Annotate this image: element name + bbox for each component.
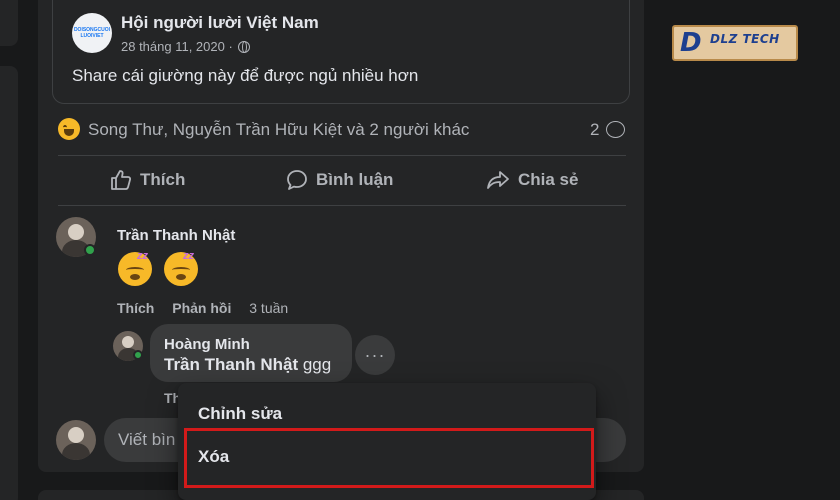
reply-text: Trần Thanh Nhật ggg bbox=[164, 355, 331, 375]
online-status-icon bbox=[133, 350, 143, 360]
comment-timestamp[interactable]: 3 tuần bbox=[249, 300, 288, 316]
reply-body: ggg bbox=[298, 355, 332, 374]
post-text: Share cái giường này để được ngủ nhiều h… bbox=[72, 66, 419, 85]
comment-author[interactable]: Trần Thanh Nhật bbox=[117, 227, 235, 244]
like-button[interactable]: Thích bbox=[110, 160, 185, 200]
comment-icon bbox=[287, 170, 307, 190]
avatar[interactable] bbox=[56, 420, 96, 460]
comment-like-link[interactable]: Thích bbox=[117, 300, 154, 316]
online-status-icon bbox=[84, 244, 96, 256]
comment-bubble-icon[interactable] bbox=[606, 121, 625, 138]
edit-menu-item[interactable]: Chỉnh sửa bbox=[198, 404, 282, 424]
share-button[interactable]: Chia sẻ bbox=[486, 160, 578, 200]
highlight-box bbox=[184, 428, 594, 488]
comment-button[interactable]: Bình luận bbox=[286, 160, 393, 200]
more-options-button[interactable]: ··· bbox=[355, 335, 395, 375]
comment-input-placeholder: Viết bìn bbox=[118, 430, 176, 449]
group-name[interactable]: Hội người lười Việt Nam bbox=[121, 13, 319, 33]
share-icon bbox=[487, 171, 509, 189]
reply-author[interactable]: Hoàng Minh bbox=[164, 336, 250, 353]
group-avatar[interactable]: DOISONGCUOI LUOIVIET bbox=[72, 13, 112, 53]
comment-count[interactable]: 2 bbox=[590, 120, 599, 140]
thumbs-up-icon bbox=[111, 170, 132, 190]
comment-label: Bình luận bbox=[316, 170, 394, 189]
divider bbox=[58, 205, 626, 206]
post-date[interactable]: 28 tháng 11, 2020 · bbox=[121, 39, 251, 54]
watermark-logo: D DLZ TECH bbox=[672, 25, 798, 61]
reply-mention[interactable]: Trần Thanh Nhật bbox=[164, 355, 298, 374]
haha-reaction-icon[interactable] bbox=[58, 118, 80, 140]
left-sidebar-card bbox=[0, 0, 18, 46]
comment-reply-link[interactable]: Phản hồi bbox=[172, 300, 231, 316]
left-sidebar-card bbox=[0, 66, 18, 500]
share-label: Chia sẻ bbox=[518, 170, 579, 189]
reaction-names[interactable]: Song Thư, Nguyễn Trần Hữu Kiệt và 2 ngườ… bbox=[88, 120, 469, 140]
like-label: Thích bbox=[140, 170, 186, 189]
comment-actions: Thích Phản hồi 3 tuần bbox=[117, 300, 302, 316]
zzz-icon: zz bbox=[137, 250, 148, 262]
logo-text: DLZ TECH bbox=[710, 32, 780, 46]
divider bbox=[58, 155, 626, 156]
zzz-icon: zz bbox=[183, 250, 194, 262]
logo-letter: D bbox=[680, 28, 702, 58]
globe-icon bbox=[238, 41, 251, 53]
